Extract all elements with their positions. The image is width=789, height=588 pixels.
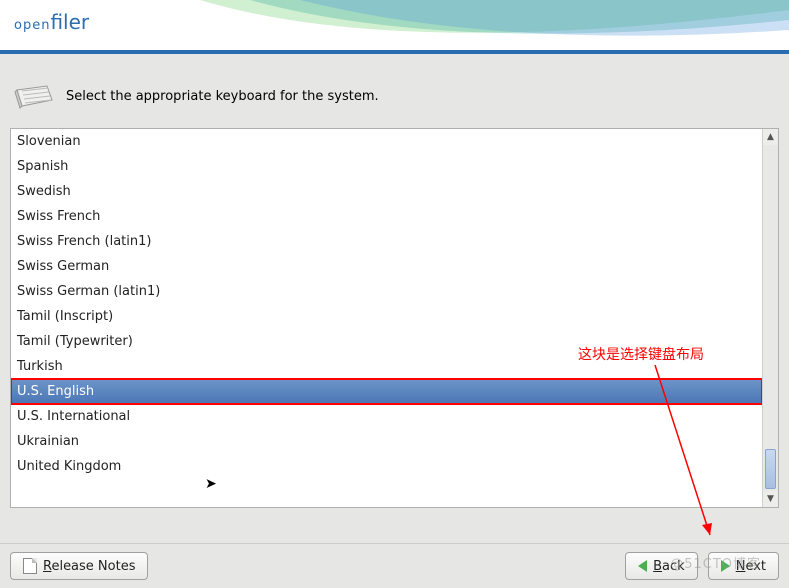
list-item[interactable]: Swiss French (latin1)	[11, 229, 762, 254]
back-button[interactable]: Back	[625, 552, 698, 580]
list-item[interactable]: Swiss German	[11, 254, 762, 279]
annotation-text: 这块是选择键盘布局	[578, 344, 704, 364]
list-item[interactable]: Spanish	[11, 154, 762, 179]
logo: openfiler	[14, 8, 89, 35]
scrollbar[interactable]: ▲ ▼	[762, 129, 778, 507]
release-notes-label: Release Notes	[43, 559, 135, 574]
prompt-row: Select the appropriate keyboard for the …	[10, 82, 779, 110]
prompt-text: Select the appropriate keyboard for the …	[66, 89, 379, 104]
list-item[interactable]: Swiss German (latin1)	[11, 279, 762, 304]
list-item[interactable]: Ukrainian	[11, 429, 762, 454]
document-icon	[23, 558, 37, 574]
logo-part1: open	[14, 18, 50, 33]
header: openfiler	[0, 0, 789, 50]
release-notes-button[interactable]: Release Notes	[10, 552, 148, 580]
next-button[interactable]: Next	[708, 552, 779, 580]
next-label: Next	[736, 559, 766, 574]
scroll-thumb[interactable]	[765, 449, 776, 489]
main-content: Select the appropriate keyboard for the …	[0, 54, 789, 518]
list-item[interactable]: Swiss French	[11, 204, 762, 229]
scroll-down-button[interactable]: ▼	[763, 491, 778, 507]
list-item[interactable]: Slovenian	[11, 129, 762, 154]
keyboard-icon	[14, 82, 54, 110]
list-item[interactable]: U.S. International	[11, 404, 762, 429]
list-item[interactable]: United Kingdom	[11, 454, 762, 479]
keyboard-list-container: SlovenianSpanishSwedishSwiss FrenchSwiss…	[10, 128, 779, 508]
list-item[interactable]: Swedish	[11, 179, 762, 204]
back-label: Back	[653, 559, 685, 574]
arrow-left-icon	[638, 560, 647, 572]
arrow-right-icon	[721, 560, 730, 572]
keyboard-list[interactable]: SlovenianSpanishSwedishSwiss FrenchSwiss…	[11, 129, 762, 507]
list-item[interactable]: U.S. English	[11, 379, 762, 404]
logo-part2: filer	[50, 10, 89, 34]
footer: Release Notes Back Next	[0, 543, 789, 588]
scroll-up-button[interactable]: ▲	[763, 129, 778, 145]
list-item[interactable]: Tamil (Inscript)	[11, 304, 762, 329]
